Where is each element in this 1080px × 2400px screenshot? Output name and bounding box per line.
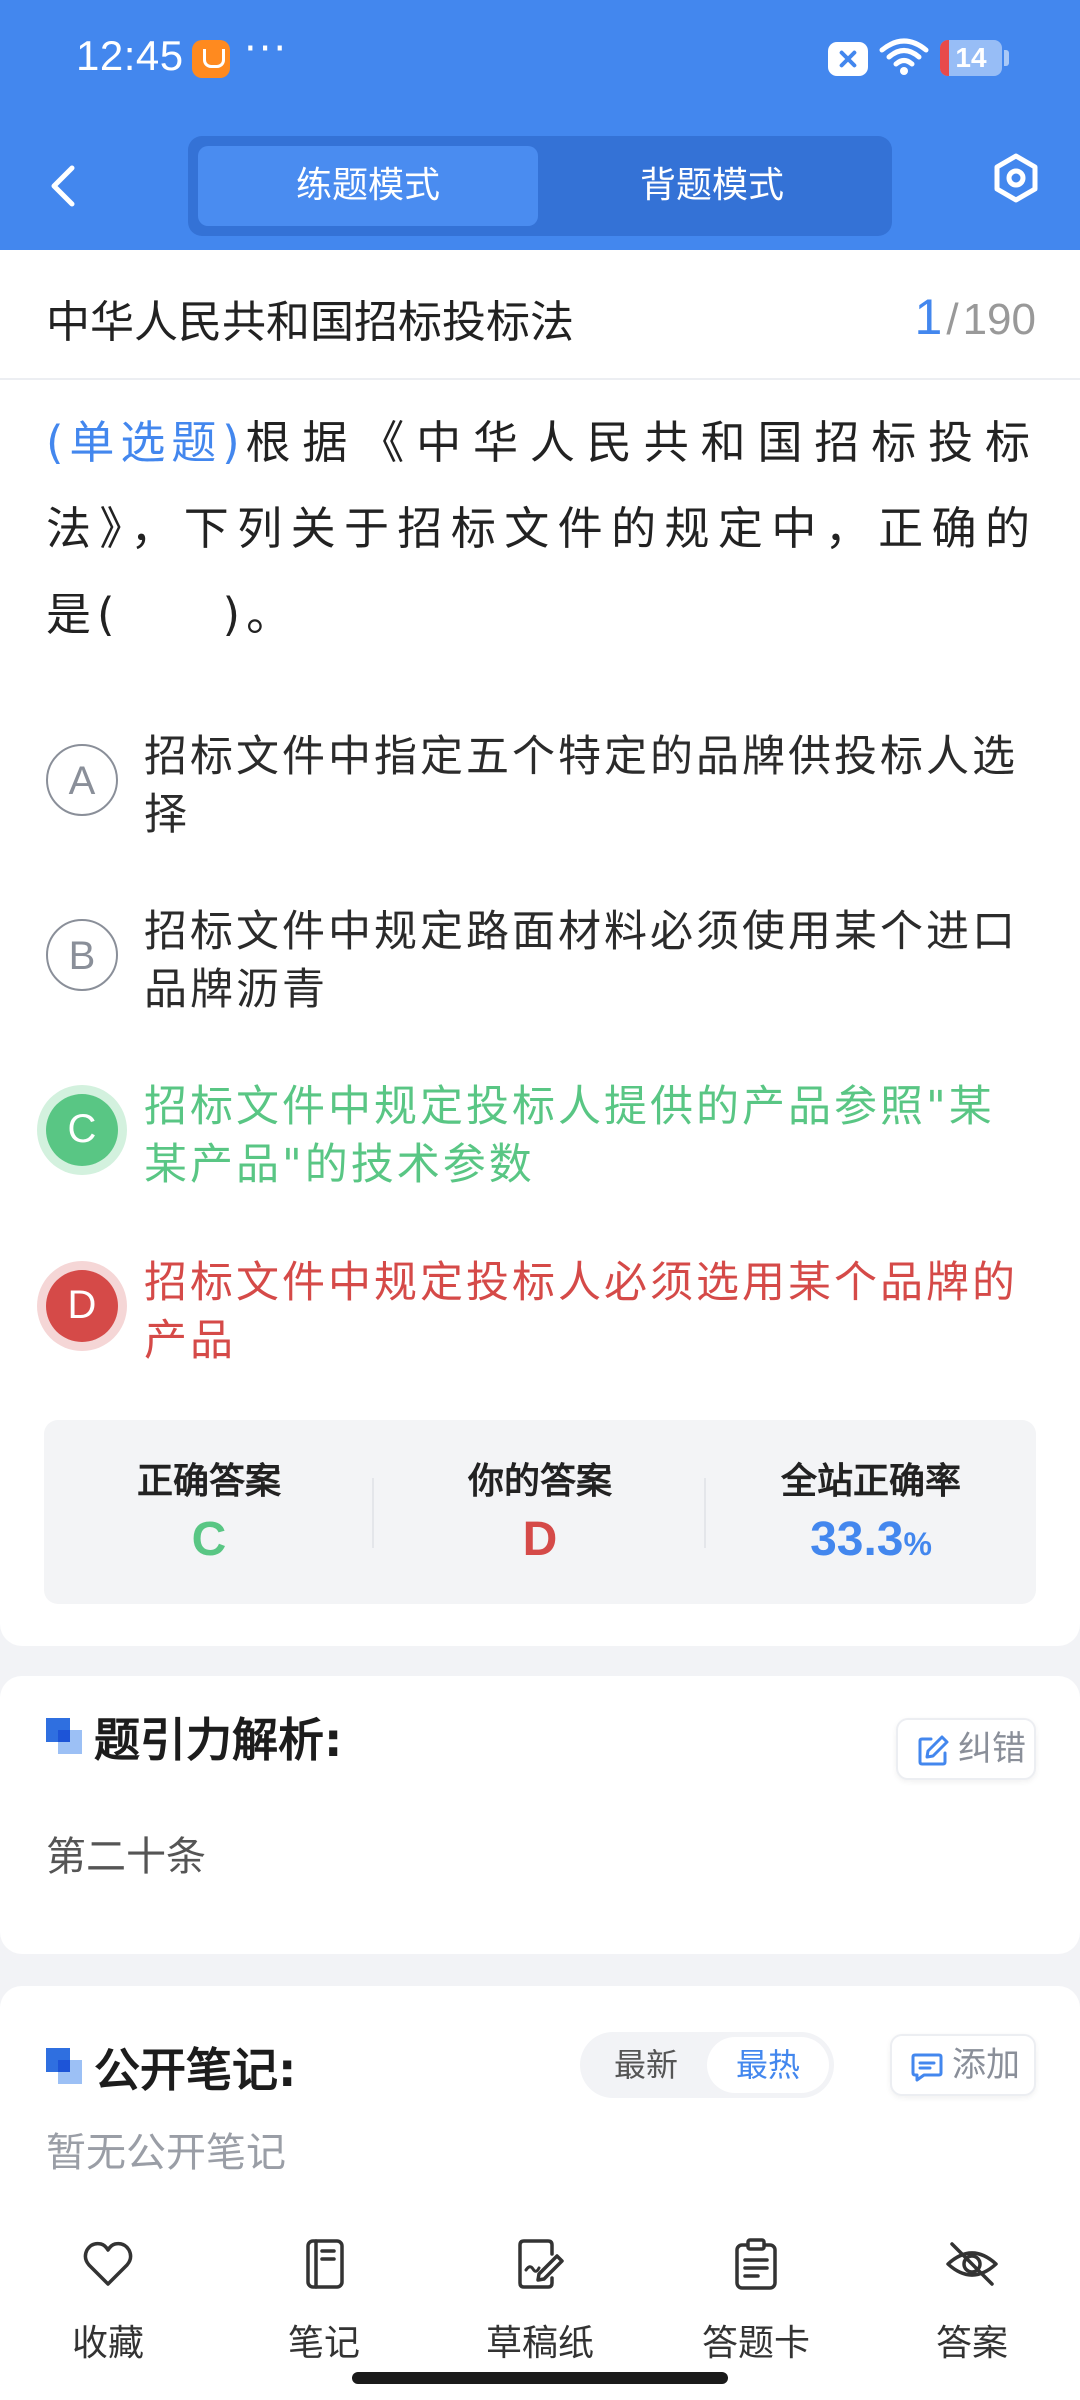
correct-answer: 正确答案 C: [44, 1420, 374, 1604]
option-text: 招标文件中指定五个特定的品牌供投标人选择: [144, 732, 1018, 840]
favorite-label: 收藏: [71, 2323, 144, 2364]
heart-icon: [83, 2241, 133, 2286]
bottom-bar: 收藏 笔记 草稿纸 答题卡 答案: [0, 2210, 1080, 2400]
answer-card-label: 答题卡: [701, 2323, 810, 2364]
mute-icon: [828, 42, 868, 76]
question-card: 中华人民共和国招标投标法 1/190 (单选题)根据《中华人民共和国招标投标法》…: [0, 250, 1080, 1646]
option-text: 招标文件中规定投标人必须选用某个品牌的产品: [144, 1258, 1018, 1366]
show-answer-label: 答案: [935, 2323, 1008, 2364]
site-accuracy: 全站正确率 33.3%: [706, 1420, 1036, 1604]
comment-icon: [911, 2053, 943, 2082]
option-letter: B: [46, 919, 118, 991]
option-b[interactable]: B 招标文件中规定路面材料必须使用某个进口品牌沥青: [40, 903, 1040, 1023]
notes-sort-toggle: 最新 最热: [580, 2032, 834, 2098]
question-type: (单选题): [46, 416, 240, 469]
settings-button[interactable]: [990, 152, 1042, 204]
site-accuracy-value: 33.3%: [706, 1512, 1036, 1567]
draft-paper-label: 草稿纸: [485, 2323, 594, 2364]
sort-hottest[interactable]: 最热: [707, 2037, 829, 2093]
your-answer: 你的答案 D: [375, 1420, 705, 1604]
add-note-label: 添加: [952, 2045, 1020, 2085]
add-note-button[interactable]: 添加: [890, 2034, 1036, 2096]
analysis-card: 题引力解析: 纠错 第二十条: [0, 1676, 1080, 1954]
chapter-row: 中华人民共和国招标投标法 1/190: [0, 250, 1080, 380]
answer-summary: 正确答案 C 你的答案 D 全站正确率 33.3%: [44, 1420, 1036, 1604]
section-mark-icon: [46, 2048, 82, 2084]
report-error-button[interactable]: 纠错: [896, 1718, 1036, 1780]
option-text: 招标文件中规定路面材料必须使用某个进口品牌沥青: [144, 907, 1018, 1015]
back-button[interactable]: [42, 150, 86, 220]
notes-title: 公开笔记:: [94, 2043, 297, 2097]
analysis-text: 第二十条: [46, 1834, 206, 1880]
more-notifications-icon: ···: [244, 26, 289, 72]
settings-hexagon-icon: [994, 153, 1038, 203]
notes-label: 笔记: [287, 2323, 360, 2364]
divider: [372, 1478, 374, 1548]
correct-answer-label: 正确答案: [136, 1461, 281, 1502]
app-notification-icon: [192, 40, 230, 78]
show-answer-button[interactable]: 答案: [864, 2210, 1080, 2364]
sort-latest[interactable]: 最新: [585, 2037, 707, 2093]
progress-total: 190: [962, 295, 1036, 344]
option-letter: C: [46, 1094, 118, 1166]
favorite-button[interactable]: 收藏: [0, 2210, 216, 2364]
chevron-left-icon: [51, 165, 75, 207]
notes-button[interactable]: 笔记: [216, 2210, 432, 2364]
report-error-label: 纠错: [958, 1729, 1026, 1769]
your-answer-label: 你的答案: [467, 1461, 612, 1502]
option-letter: A: [46, 744, 118, 816]
home-indicator[interactable]: [352, 2372, 728, 2384]
your-answer-value: D: [522, 1513, 558, 1566]
battery-text: 14: [955, 42, 987, 73]
status-bar: 12:45 ··· 14: [0, 0, 1080, 120]
battery-icon: 14: [940, 40, 1002, 76]
option-a[interactable]: A 招标文件中指定五个特定的品牌供投标人选择: [40, 728, 1040, 848]
mode-switch: 练题模式 背题模式: [188, 136, 892, 236]
tab-practice-mode[interactable]: 练题模式: [198, 146, 538, 226]
option-letter: D: [46, 1270, 118, 1342]
accuracy-number: 33.3: [810, 1513, 904, 1566]
status-time: 12:45: [76, 32, 184, 79]
progress-separator: /: [946, 295, 959, 344]
site-accuracy-label: 全站正确率: [780, 1461, 961, 1502]
section-mark-icon: [46, 1718, 82, 1754]
question-stem: (单选题)根据《中华人民共和国招标投标法》，下列关于招标文件的规定中，正确的是(…: [46, 400, 1036, 658]
correct-answer-value: C: [191, 1513, 227, 1566]
tab-recite-mode[interactable]: 背题模式: [542, 146, 882, 226]
battery-tip: [1004, 50, 1009, 66]
notes-empty-text: 暂无公开笔记: [46, 2130, 286, 2176]
option-d[interactable]: D 招标文件中规定投标人必须选用某个品牌的产品: [40, 1254, 1040, 1374]
analysis-title: 题引力解析:: [94, 1713, 343, 1767]
wifi-icon: [878, 36, 930, 80]
notebook-icon: [306, 2239, 344, 2289]
eye-off-icon: [946, 2242, 998, 2286]
question-progress: 1/190: [915, 288, 1036, 346]
option-text: 招标文件中规定投标人提供的产品参照"某某产品"的技术参数: [144, 1082, 995, 1190]
draft-icon: [518, 2239, 564, 2289]
accuracy-unit: %: [903, 1526, 932, 1562]
edit-icon: [918, 1735, 949, 1766]
header: 12:45 ··· 14 练题模式 背题模式: [0, 0, 1080, 250]
chapter-title: 中华人民共和国招标投标法: [46, 297, 574, 348]
answer-card-button[interactable]: 答题卡: [648, 2210, 864, 2364]
progress-current: 1: [914, 289, 943, 345]
clipboard-icon: [735, 2238, 777, 2290]
draft-paper-button[interactable]: 草稿纸: [432, 2210, 648, 2364]
option-c[interactable]: C 招标文件中规定投标人提供的产品参照"某某产品"的技术参数: [40, 1078, 1040, 1198]
